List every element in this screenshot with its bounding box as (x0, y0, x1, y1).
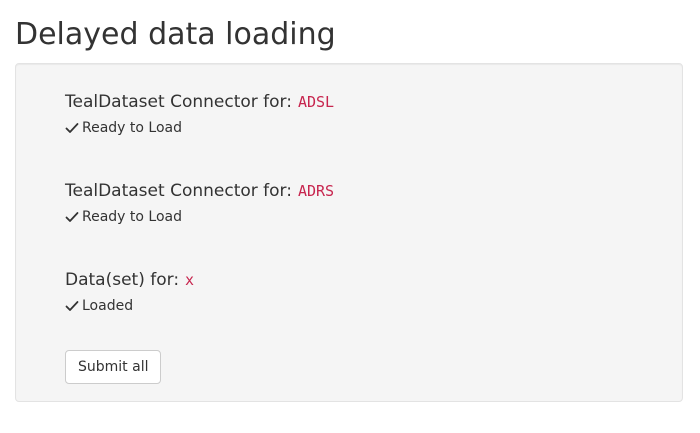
entry-label: TealDataset Connector for: (65, 181, 292, 201)
dataset-code: x (185, 271, 195, 289)
status-text: Loaded (82, 298, 134, 314)
entry-heading: TealDataset Connector for: ADRS (65, 179, 334, 203)
page-title: Delayed data loading (15, 17, 336, 52)
entry-heading: TealDataset Connector for: ADSL (65, 90, 334, 114)
entry-heading: Data(set) for: x (65, 268, 194, 292)
dataset-code: ADSL (297, 93, 335, 111)
dataset-entry-adrs: TealDataset Connector for: ADRS Ready to … (65, 179, 334, 227)
dataset-entry-adsl: TealDataset Connector for: ADSL Ready to … (65, 90, 334, 138)
entry-label: TealDataset Connector for: (65, 92, 292, 112)
status-text: Ready to Load (82, 120, 183, 136)
entry-status: Ready to Load (65, 207, 334, 227)
check-icon (65, 123, 79, 133)
entry-label: Data(set) for: (65, 270, 180, 290)
entry-status: Loaded (65, 296, 194, 316)
dataset-entry-x: Data(set) for: x Loaded (65, 268, 194, 316)
status-text: Ready to Load (82, 209, 183, 225)
entry-status: Ready to Load (65, 118, 334, 138)
data-loading-panel: TealDataset Connector for: ADSL Ready to … (15, 63, 683, 402)
check-icon (65, 212, 79, 222)
dataset-code: ADRS (297, 182, 335, 200)
check-icon (65, 301, 79, 311)
submit-all-button[interactable]: Submit all (65, 350, 162, 384)
